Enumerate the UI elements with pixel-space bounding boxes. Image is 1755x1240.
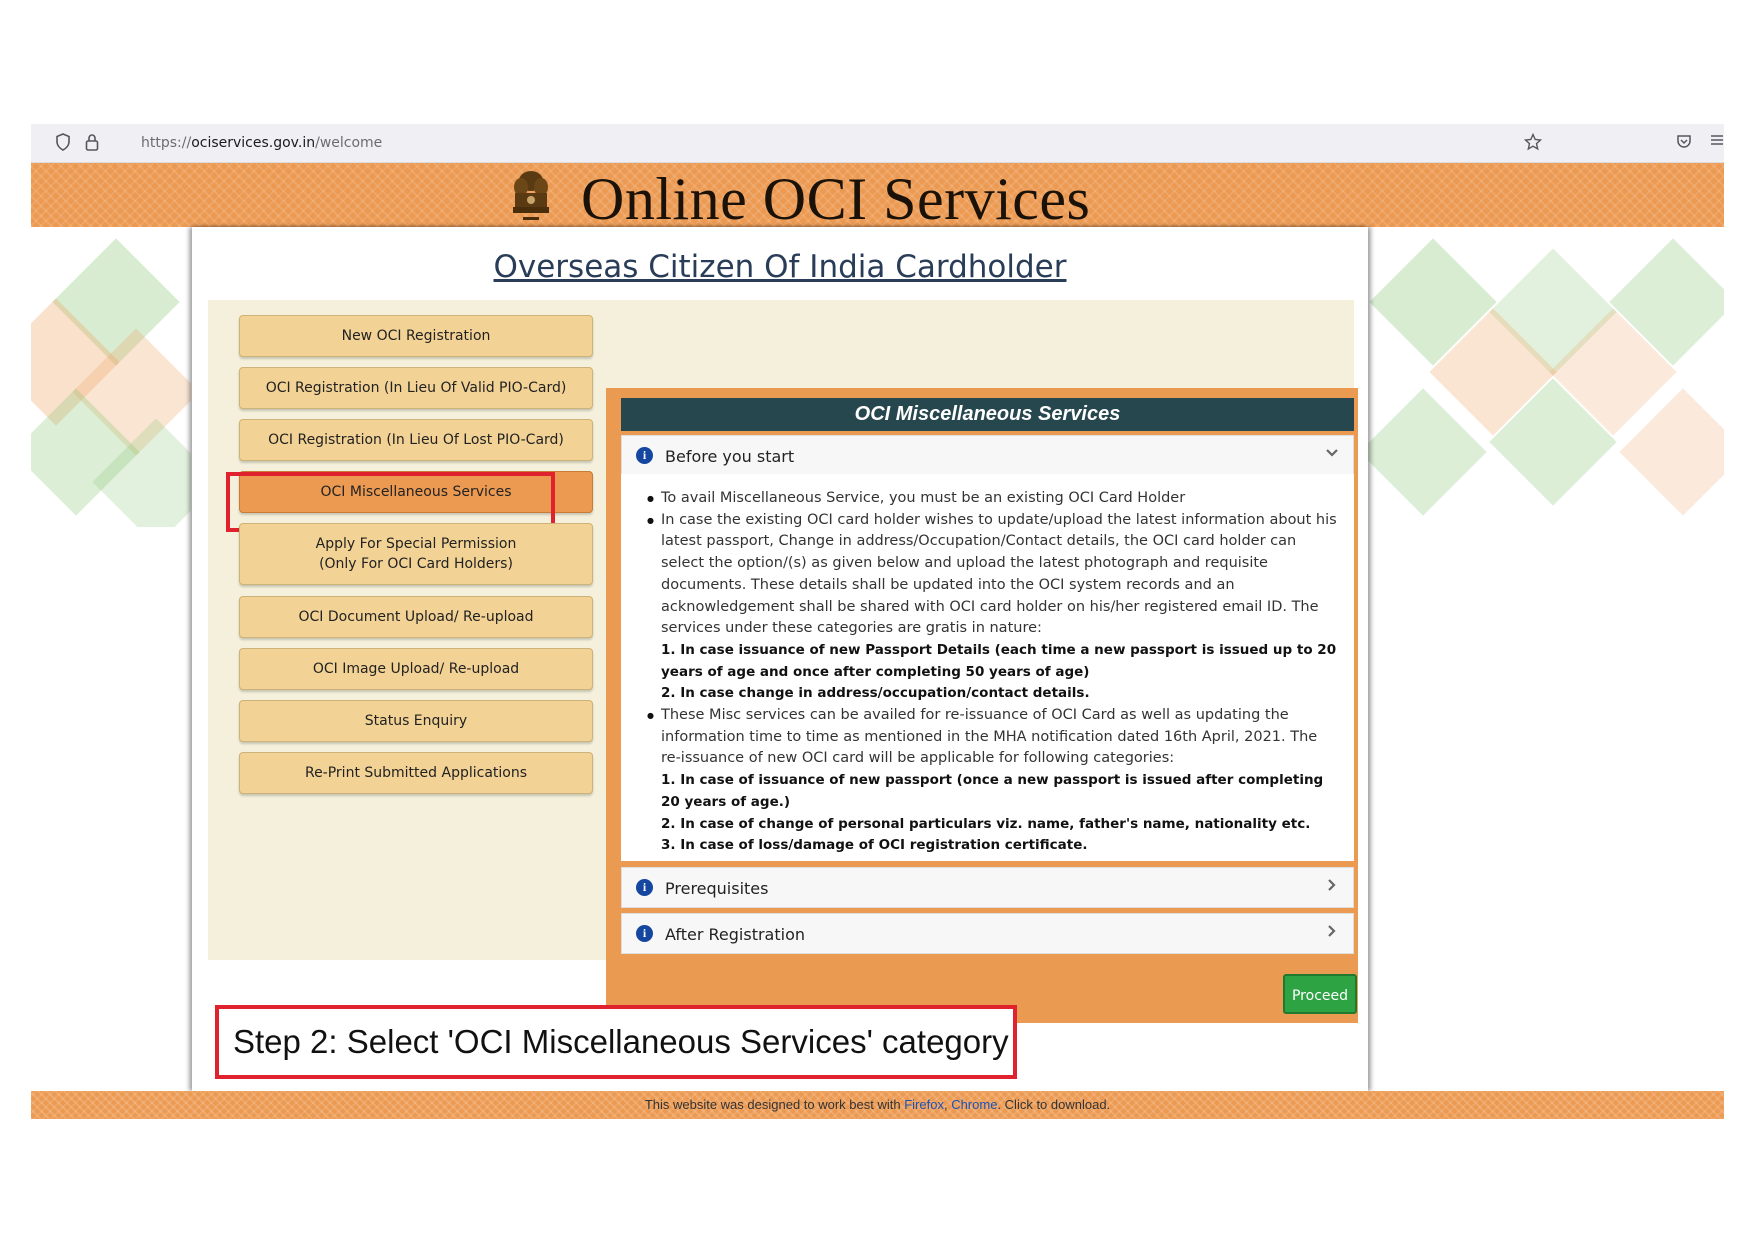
site-header: Online OCI Services xyxy=(31,163,1724,232)
chevron-right-icon xyxy=(1325,877,1339,896)
proceed-button[interactable]: Proceed xyxy=(1283,974,1357,1014)
hamburger-menu-icon[interactable] xyxy=(1711,133,1723,153)
url-path: /welcome xyxy=(315,135,383,151)
content-area: New OCI Registration OCI Registration (I… xyxy=(208,300,1358,1023)
accordion-body-before-you-start: To avail Miscellaneous Service, you must… xyxy=(621,474,1354,861)
menu-label-line2: (Only For OCI Card Holders) xyxy=(319,556,513,572)
bullet-subitem: 1. In case of issuance of new passport (… xyxy=(661,772,1324,810)
card-title: OCI Miscellaneous Services xyxy=(621,398,1354,431)
page-subtitle[interactable]: Overseas Citizen Of India Cardholder xyxy=(192,249,1368,285)
bullet-subitem: 2. In case change in address/occupation/… xyxy=(661,685,1090,702)
site-title: Online OCI Services xyxy=(581,166,1091,232)
site-footer: This website was designed to work best w… xyxy=(31,1091,1724,1119)
address-bar[interactable]: https://ociservices.gov.in/welcome xyxy=(141,135,382,151)
menu-oci-document-upload[interactable]: OCI Document Upload/ Re-upload xyxy=(239,596,593,638)
step-annotation-text: Step 2: Select 'OCI Miscellaneous Servic… xyxy=(233,1023,1009,1060)
accordion-after-registration[interactable]: i After Registration xyxy=(621,913,1354,954)
pocket-icon[interactable] xyxy=(1676,133,1692,155)
info-bullet: To avail Miscellaneous Service, you must… xyxy=(647,488,1338,510)
menu-apply-special-permission[interactable]: Apply For Special Permission (Only For O… xyxy=(239,523,593,585)
accordion-prerequisites[interactable]: i Prerequisites xyxy=(621,867,1354,908)
url-host: ociservices.gov.in xyxy=(191,135,316,151)
bullet-subitem: 1. In case issuance of new Passport Deta… xyxy=(661,641,1337,680)
lock-icon[interactable] xyxy=(85,133,99,157)
national-emblem-logo xyxy=(513,171,549,220)
info-icon: i xyxy=(636,925,653,942)
bookmark-star-icon[interactable] xyxy=(1523,132,1543,157)
footer-text-end: . Click to download. xyxy=(997,1097,1111,1112)
accordion-label: Before you start xyxy=(665,447,795,466)
browser-toolbar: https://ociservices.gov.in/welcome xyxy=(31,124,1724,163)
bullet-text: In case the existing OCI card holder wis… xyxy=(661,511,1337,637)
shield-icon[interactable] xyxy=(55,133,71,157)
info-icon: i xyxy=(636,879,653,896)
chevron-right-icon xyxy=(1325,923,1339,942)
accordion-label: After Registration xyxy=(665,925,805,944)
bullet-text: These Misc services can be availed for r… xyxy=(661,707,1318,767)
menu-oci-image-upload[interactable]: OCI Image Upload/ Re-upload xyxy=(239,648,593,690)
footer-text: This website was designed to work best w… xyxy=(644,1097,905,1112)
menu-oci-registration-lost-pio[interactable]: OCI Registration (In Lieu Of Lost PIO-Ca… xyxy=(239,419,593,461)
info-bullet: In case the existing OCI card holder wis… xyxy=(647,510,1338,705)
background-pattern-left xyxy=(31,237,191,527)
main-panel: Overseas Citizen Of India Cardholder New… xyxy=(192,227,1368,1091)
url-scheme: https:// xyxy=(141,135,192,151)
chevron-down-icon xyxy=(1325,445,1339,464)
info-icon: i xyxy=(636,447,653,464)
firefox-link[interactable]: Firefox xyxy=(904,1097,944,1112)
bullet-subitem: 3. In case of loss/damage of OCI registr… xyxy=(661,837,1088,854)
accordion-before-you-start[interactable]: i Before you start xyxy=(621,435,1354,476)
info-bullet: These Misc services can be availed for r… xyxy=(647,705,1338,857)
chrome-link[interactable]: Chrome xyxy=(951,1097,997,1112)
services-card: OCI Miscellaneous Services i Before you … xyxy=(606,388,1358,1023)
accordion-label: Prerequisites xyxy=(665,879,769,898)
menu-status-enquiry[interactable]: Status Enquiry xyxy=(239,700,593,742)
menu-label-line1: Apply For Special Permission xyxy=(315,536,517,552)
bullet-subitem: 2. In case of change of personal particu… xyxy=(661,815,1311,832)
menu-oci-registration-valid-pio[interactable]: OCI Registration (In Lieu Of Valid PIO-C… xyxy=(239,367,593,409)
menu-new-oci-registration[interactable]: New OCI Registration xyxy=(239,315,593,357)
menu-reprint-submitted-applications[interactable]: Re-Print Submitted Applications xyxy=(239,752,593,794)
step-annotation-box: Step 2: Select 'OCI Miscellaneous Servic… xyxy=(215,1005,1017,1079)
background-pattern-right xyxy=(1368,237,1724,527)
